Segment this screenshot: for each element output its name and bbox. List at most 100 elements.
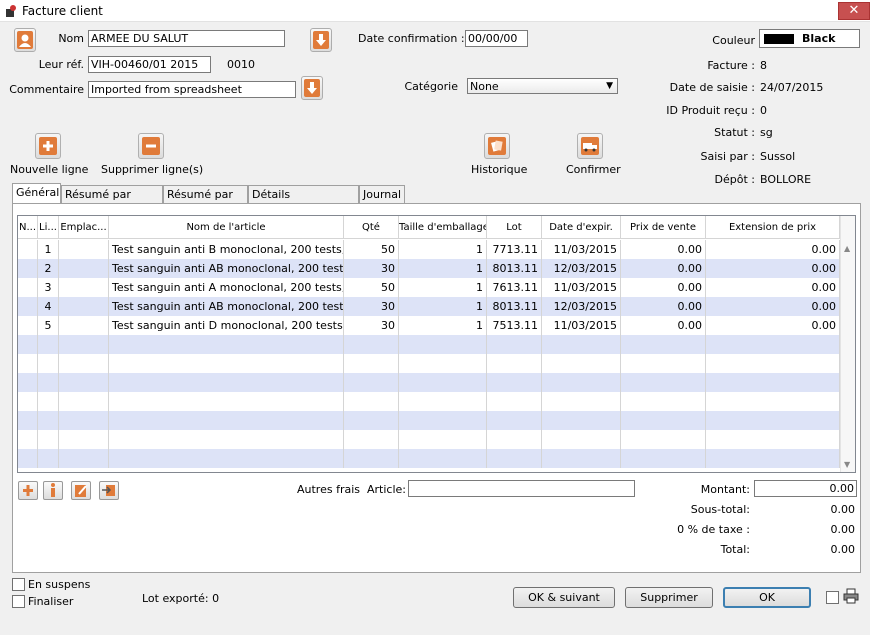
cell-item-name[interactable] bbox=[109, 392, 344, 411]
table-row[interactable] bbox=[18, 354, 840, 373]
cell-price-extension[interactable] bbox=[706, 373, 840, 392]
print-checkbox[interactable] bbox=[826, 591, 839, 604]
cell-item-name[interactable] bbox=[109, 449, 344, 468]
cell-sell-price[interactable] bbox=[621, 373, 706, 392]
cell-n[interactable] bbox=[18, 354, 38, 373]
cell-location[interactable] bbox=[59, 297, 109, 316]
cell-quantity[interactable] bbox=[344, 411, 399, 430]
cell-pack-size[interactable] bbox=[399, 335, 487, 354]
cell-line[interactable]: 2 bbox=[38, 259, 59, 278]
cell-location[interactable] bbox=[59, 449, 109, 468]
table-row[interactable] bbox=[18, 335, 840, 354]
cell-item-name[interactable] bbox=[109, 354, 344, 373]
ok-next-button[interactable]: OK & suivant bbox=[513, 587, 615, 608]
cell-expiry[interactable]: 11/03/2015 bbox=[542, 316, 621, 335]
new-line-button[interactable] bbox=[35, 133, 61, 159]
cell-location[interactable] bbox=[59, 373, 109, 392]
delete-line-button[interactable] bbox=[138, 133, 164, 159]
cell-item-name[interactable]: Test sanguin anti AB monoclonal, 200 tes… bbox=[109, 259, 344, 278]
cell-line[interactable]: 1 bbox=[38, 240, 59, 259]
cell-batch[interactable] bbox=[487, 373, 542, 392]
cell-sell-price[interactable] bbox=[621, 335, 706, 354]
cell-sell-price[interactable]: 0.00 bbox=[621, 240, 706, 259]
cell-sell-price[interactable] bbox=[621, 392, 706, 411]
add-line-small-button[interactable] bbox=[18, 481, 38, 500]
cell-sell-price[interactable] bbox=[621, 449, 706, 468]
cell-quantity[interactable] bbox=[344, 392, 399, 411]
cell-n[interactable] bbox=[18, 316, 38, 335]
cell-sell-price[interactable] bbox=[621, 354, 706, 373]
cell-batch[interactable]: 8013.11 bbox=[487, 297, 542, 316]
export-button[interactable] bbox=[99, 481, 119, 500]
cell-quantity[interactable] bbox=[344, 373, 399, 392]
cell-price-extension[interactable] bbox=[706, 392, 840, 411]
cell-item-name[interactable]: Test sanguin anti AB monoclonal, 200 tes… bbox=[109, 297, 344, 316]
col-item-name[interactable]: Nom de l'article bbox=[109, 216, 344, 239]
info-button[interactable] bbox=[43, 481, 63, 500]
tab-resume-lot[interactable]: Résumé par lot bbox=[163, 185, 248, 218]
cell-pack-size[interactable]: 1 bbox=[399, 259, 487, 278]
cell-pack-size[interactable] bbox=[399, 411, 487, 430]
cell-expiry[interactable]: 11/03/2015 bbox=[542, 240, 621, 259]
tab-details-expedition[interactable]: Détails d'expédition bbox=[248, 185, 359, 218]
tab-resume-article[interactable]: Résumé par article bbox=[61, 185, 163, 218]
table-row[interactable] bbox=[18, 392, 840, 411]
cell-batch[interactable] bbox=[487, 335, 542, 354]
edit-button[interactable] bbox=[71, 481, 91, 500]
finaliser-label[interactable]: Finaliser bbox=[28, 595, 73, 608]
cell-price-extension[interactable]: 0.00 bbox=[706, 316, 840, 335]
cell-price-extension[interactable]: 0.00 bbox=[706, 240, 840, 259]
scroll-down-icon[interactable]: ▼ bbox=[844, 460, 850, 469]
article-field[interactable] bbox=[408, 480, 635, 497]
cell-expiry[interactable]: 12/03/2015 bbox=[542, 259, 621, 278]
cell-sell-price[interactable]: 0.00 bbox=[621, 259, 706, 278]
cell-item-name[interactable]: Test sanguin anti B monoclonal, 200 test… bbox=[109, 240, 344, 259]
cell-pack-size[interactable] bbox=[399, 392, 487, 411]
cell-item-name[interactable]: Test sanguin anti D monoclonal, 200 test… bbox=[109, 316, 344, 335]
table-row[interactable]: 4 Test sanguin anti AB monoclonal, 200 te… bbox=[18, 297, 840, 316]
table-row[interactable]: 3 Test sanguin anti A monoclonal, 200 tes… bbox=[18, 278, 840, 297]
en-suspens-checkbox[interactable] bbox=[12, 578, 25, 591]
cell-sell-price[interactable] bbox=[621, 430, 706, 449]
cell-batch[interactable]: 7713.11 bbox=[487, 240, 542, 259]
cell-n[interactable] bbox=[18, 335, 38, 354]
date-conf-field[interactable]: 00/00/00 bbox=[465, 30, 528, 47]
cell-quantity[interactable] bbox=[344, 335, 399, 354]
tab-general[interactable]: Général bbox=[12, 183, 61, 204]
cell-batch[interactable]: 7613.11 bbox=[487, 278, 542, 297]
cell-price-extension[interactable] bbox=[706, 411, 840, 430]
couleur-field[interactable]: Black bbox=[759, 29, 860, 48]
cell-pack-size[interactable]: 1 bbox=[399, 278, 487, 297]
cell-expiry[interactable]: 12/03/2015 bbox=[542, 297, 621, 316]
history-label[interactable]: Historique bbox=[471, 163, 527, 176]
table-row[interactable]: 5 Test sanguin anti D monoclonal, 200 tes… bbox=[18, 316, 840, 335]
col-quantity[interactable]: Qté bbox=[344, 216, 399, 239]
table-row[interactable] bbox=[18, 449, 840, 468]
cell-item-name[interactable]: Test sanguin anti A monoclonal, 200 test… bbox=[109, 278, 344, 297]
cell-line[interactable] bbox=[38, 335, 59, 354]
cell-line[interactable]: 3 bbox=[38, 278, 59, 297]
cell-sell-price[interactable] bbox=[621, 411, 706, 430]
cell-sell-price[interactable]: 0.00 bbox=[621, 278, 706, 297]
cell-line[interactable] bbox=[38, 354, 59, 373]
cell-quantity[interactable]: 30 bbox=[344, 259, 399, 278]
cell-item-name[interactable] bbox=[109, 373, 344, 392]
confirm-button[interactable] bbox=[577, 133, 603, 159]
delete-button[interactable]: Supprimer bbox=[625, 587, 713, 608]
cell-sell-price[interactable]: 0.00 bbox=[621, 297, 706, 316]
cell-quantity[interactable]: 30 bbox=[344, 297, 399, 316]
cell-n[interactable] bbox=[18, 297, 38, 316]
col-location[interactable]: Emplac... bbox=[59, 216, 109, 239]
cell-n[interactable] bbox=[18, 449, 38, 468]
cell-item-name[interactable] bbox=[109, 430, 344, 449]
cell-batch[interactable] bbox=[487, 449, 542, 468]
cell-quantity[interactable]: 30 bbox=[344, 316, 399, 335]
cell-line[interactable]: 5 bbox=[38, 316, 59, 335]
cell-sell-price[interactable]: 0.00 bbox=[621, 316, 706, 335]
cell-pack-size[interactable]: 1 bbox=[399, 240, 487, 259]
cell-pack-size[interactable]: 1 bbox=[399, 316, 487, 335]
comment-button[interactable] bbox=[301, 76, 323, 100]
col-price-extension[interactable]: Extension de prix bbox=[706, 216, 840, 239]
cell-pack-size[interactable] bbox=[399, 430, 487, 449]
scroll-up-icon[interactable]: ▲ bbox=[844, 244, 850, 253]
